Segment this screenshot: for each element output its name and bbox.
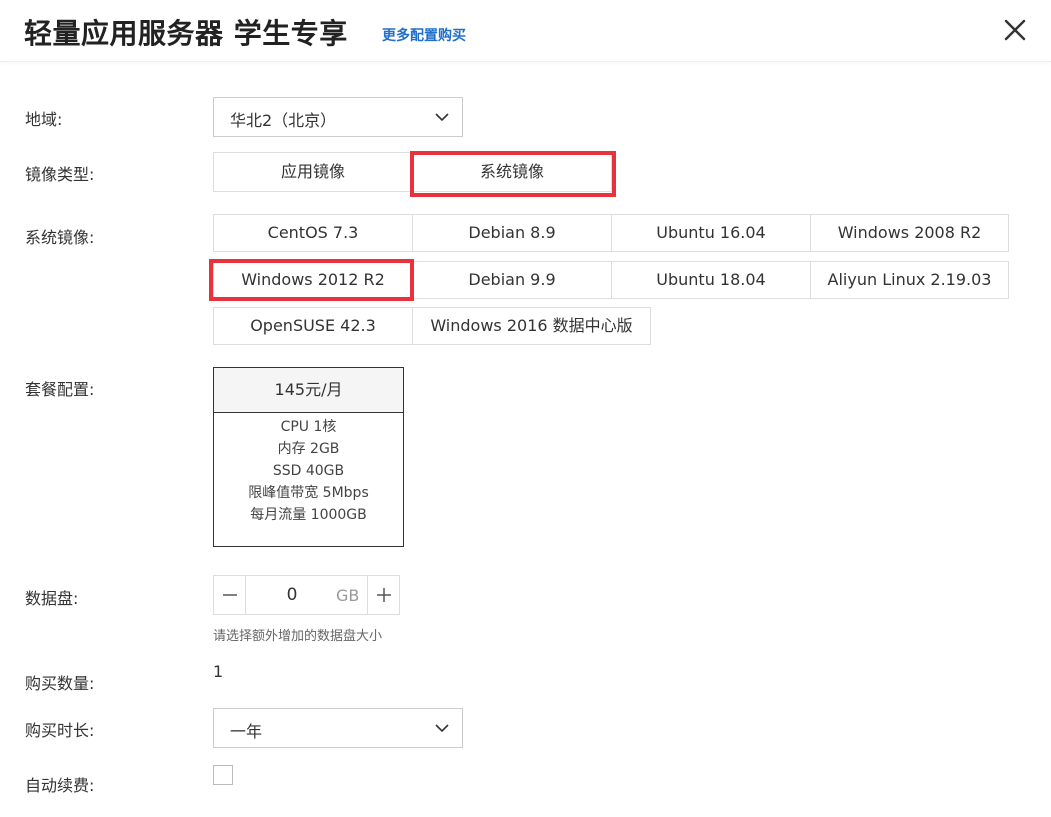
chevron-down-icon (435, 113, 449, 122)
os-option-windows-2008[interactable]: Windows 2008 R2 (810, 214, 1009, 252)
plan-spec-ssd: SSD 40GB (272, 463, 345, 479)
region-select[interactable]: 华北2（北京） (213, 97, 463, 137)
plan-price: 145元/月 (214, 368, 403, 413)
quantity-value: 1 (213, 662, 224, 681)
region-label: 地域: (25, 110, 63, 129)
os-option-windows-2012[interactable]: Windows 2012 R2 (213, 261, 413, 299)
duration-value: 一年 (230, 722, 263, 741)
os-option-ubuntu-16[interactable]: Ubuntu 16.04 (611, 214, 811, 252)
os-option-aliyun-linux[interactable]: Aliyun Linux 2.19.03 (810, 261, 1009, 299)
plan-spec-cpu: CPU 1核 (280, 419, 337, 435)
plan-specs: CPU 1核 内存 2GB SSD 40GB 限峰值带宽 5Mbps 每月流量 … (214, 413, 403, 526)
image-type-system[interactable]: 系统镜像 (412, 152, 612, 192)
more-config-link[interactable]: 更多配置购买 (382, 25, 466, 45)
region-value: 华北2（北京） (230, 111, 337, 130)
close-icon (1004, 19, 1026, 41)
dialog-header: 轻量应用服务器 学生专享 更多配置购买 (0, 0, 1051, 62)
image-type-label: 镜像类型: (25, 165, 95, 184)
os-option-debian-8[interactable]: Debian 8.9 (412, 214, 612, 252)
image-type-app[interactable]: 应用镜像 (213, 152, 413, 192)
chevron-down-icon (435, 724, 449, 733)
duration-label: 购买时长: (25, 721, 95, 740)
os-option-centos[interactable]: CentOS 7.3 (213, 214, 413, 252)
plus-icon (377, 588, 391, 602)
plan-spec-traffic: 每月流量 1000GB (250, 507, 367, 523)
os-option-windows-2016[interactable]: Windows 2016 数据中心版 (412, 307, 651, 345)
data-disk-unit: GB (336, 586, 360, 605)
auto-renew-label: 自动续费: (25, 776, 95, 795)
plan-spec-memory: 内存 2GB (277, 441, 340, 457)
data-disk-input[interactable] (247, 576, 337, 614)
plan-spec-bandwidth: 限峰值带宽 5Mbps (248, 485, 369, 501)
plan-card[interactable]: 145元/月 CPU 1核 内存 2GB SSD 40GB 限峰值带宽 5Mbp… (213, 367, 404, 547)
system-image-label: 系统镜像: (25, 228, 95, 247)
os-option-ubuntu-18[interactable]: Ubuntu 18.04 (611, 261, 811, 299)
data-disk-stepper: GB (213, 575, 400, 615)
dialog-title: 轻量应用服务器 学生专享 (24, 17, 348, 50)
plan-label: 套餐配置: (25, 380, 95, 399)
quantity-label: 购买数量: (25, 674, 95, 693)
data-disk-hint: 请选择额外增加的数据盘大小 (213, 629, 383, 644)
increment-button[interactable] (367, 576, 399, 614)
close-button[interactable] (999, 14, 1031, 46)
auto-renew-checkbox[interactable] (213, 765, 233, 785)
duration-select[interactable]: 一年 (213, 708, 463, 748)
os-option-opensuse[interactable]: OpenSUSE 42.3 (213, 307, 413, 345)
decrement-button[interactable] (214, 576, 246, 614)
os-option-debian-9[interactable]: Debian 9.9 (412, 261, 612, 299)
data-disk-label: 数据盘: (25, 589, 79, 608)
minus-icon (223, 594, 237, 596)
